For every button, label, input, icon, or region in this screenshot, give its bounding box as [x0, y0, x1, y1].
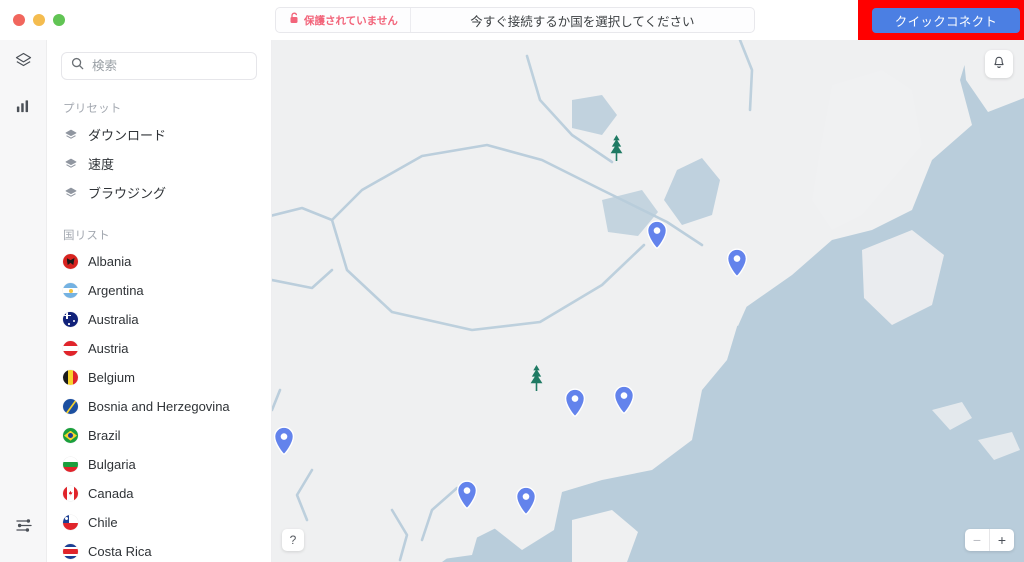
presets-section-title: プリセット [63, 103, 122, 115]
server-location-marker[interactable] [564, 388, 586, 418]
country-item-label: Chile [88, 515, 118, 530]
protection-status-label: 保護されていません [304, 14, 398, 27]
maximize-window-button[interactable] [53, 14, 65, 26]
preset-item-label: ダウンロード [88, 128, 167, 143]
vpn-app-window: 保護されていません 今すぐ接続するか国を選択してください クイックコネクト 検索… [0, 0, 1024, 562]
rail-item-map-view[interactable] [0, 40, 47, 86]
bar-chart-icon [15, 98, 32, 120]
country-item[interactable]: Argentina [47, 276, 271, 305]
country-item[interactable]: Brazil [47, 421, 271, 450]
country-item-label: Belgium [88, 370, 135, 385]
presets-list: ダウンロード 速度ブラウジング [47, 120, 271, 207]
preset-item[interactable]: ダウンロード [47, 120, 271, 149]
layers-icon [14, 51, 33, 75]
layers-icon [63, 127, 78, 142]
costa-rica-flag [63, 544, 78, 559]
zoom-in-button[interactable]: + [990, 529, 1014, 551]
map-canvas[interactable]: ? − + [272, 40, 1024, 562]
country-item-label: Costa Rica [88, 544, 152, 559]
countries-section-title: 国リスト [63, 230, 110, 242]
title-bar: 保護されていません 今すぐ接続するか国を選択してください クイックコネクト [0, 0, 1024, 40]
rail-item-statistics[interactable] [0, 86, 47, 132]
country-item[interactable]: Albania [47, 247, 271, 276]
icon-rail [0, 40, 47, 562]
country-item[interactable]: Costa Rica [47, 537, 271, 562]
server-location-marker[interactable] [646, 220, 668, 250]
country-item[interactable]: Bulgaria [47, 450, 271, 479]
country-item[interactable]: Belgium [47, 363, 271, 392]
help-button[interactable]: ? [282, 529, 304, 551]
preset-item[interactable]: 速度 [47, 149, 271, 178]
country-item-label: Bulgaria [88, 457, 136, 472]
layers-icon [63, 185, 78, 200]
belgium-flag [63, 370, 78, 385]
close-window-button[interactable] [13, 14, 25, 26]
country-item[interactable]: Austria [47, 334, 271, 363]
country-item-label: Brazil [88, 428, 121, 443]
map-zoom-controls: − + [965, 529, 1014, 551]
preset-item[interactable]: ブラウジング [47, 178, 271, 207]
australia-flag [63, 312, 78, 327]
search-icon [71, 57, 84, 75]
albania-flag [63, 254, 78, 269]
search-input[interactable] [92, 59, 247, 73]
country-item-label: Argentina [88, 283, 144, 298]
country-item[interactable]: Chile [47, 508, 271, 537]
server-location-marker[interactable] [613, 385, 635, 415]
country-item[interactable]: Bosnia and Herzegovina [47, 392, 271, 421]
forest-tree-icon [528, 365, 545, 396]
unlocked-padlock-icon [290, 11, 299, 29]
connection-prompt: 今すぐ接続するか国を選択してください [411, 8, 754, 32]
rail-item-settings[interactable] [0, 504, 47, 550]
country-item-label: Bosnia and Herzegovina [88, 399, 230, 414]
countries-list: Albania Argentina Australia Austria Belgium B… [47, 247, 271, 562]
preset-item-label: ブラウジング [88, 186, 167, 201]
country-item[interactable]: Australia [47, 305, 271, 334]
connection-status-bar: 保護されていません 今すぐ接続するか国を選択してください [275, 7, 755, 33]
minimize-window-button[interactable] [33, 14, 45, 26]
server-location-marker[interactable] [273, 426, 295, 456]
country-item-label: Albania [88, 254, 132, 269]
connection-prompt-label: 今すぐ接続するか国を選択してください [470, 14, 695, 29]
bosnia-flag [63, 399, 78, 414]
country-item-label: Australia [88, 312, 139, 327]
sliders-icon [15, 516, 33, 539]
zoom-out-button[interactable]: − [965, 529, 989, 551]
canada-flag [63, 486, 78, 501]
country-item[interactable]: Canada [47, 479, 271, 508]
notifications-button[interactable] [985, 50, 1013, 78]
server-location-marker[interactable] [515, 486, 537, 516]
bulgaria-flag [63, 457, 78, 472]
server-location-marker[interactable] [726, 248, 748, 278]
layers-icon [63, 156, 78, 171]
protection-status: 保護されていません [276, 8, 411, 32]
map-geography [272, 40, 1024, 562]
country-item-label: Canada [88, 486, 134, 501]
argentina-flag [63, 283, 78, 298]
quick-connect-highlight: クイックコネクト [858, 0, 1024, 40]
server-location-marker[interactable] [456, 480, 478, 510]
austria-flag [63, 341, 78, 356]
forest-tree-icon [608, 135, 625, 166]
preset-item-label: 速度 [88, 157, 115, 172]
sidebar: プリセット ダウンロード速度ブラウジング 国リスト Albania Argenti… [47, 40, 272, 562]
window-traffic-lights [13, 14, 65, 26]
country-item-label: Austria [88, 341, 129, 356]
chile-flag [63, 515, 78, 530]
bell-icon [992, 54, 1006, 74]
quick-connect-button[interactable]: クイックコネクト [872, 7, 1020, 33]
brazil-flag [63, 428, 78, 443]
search-box[interactable] [61, 52, 257, 80]
